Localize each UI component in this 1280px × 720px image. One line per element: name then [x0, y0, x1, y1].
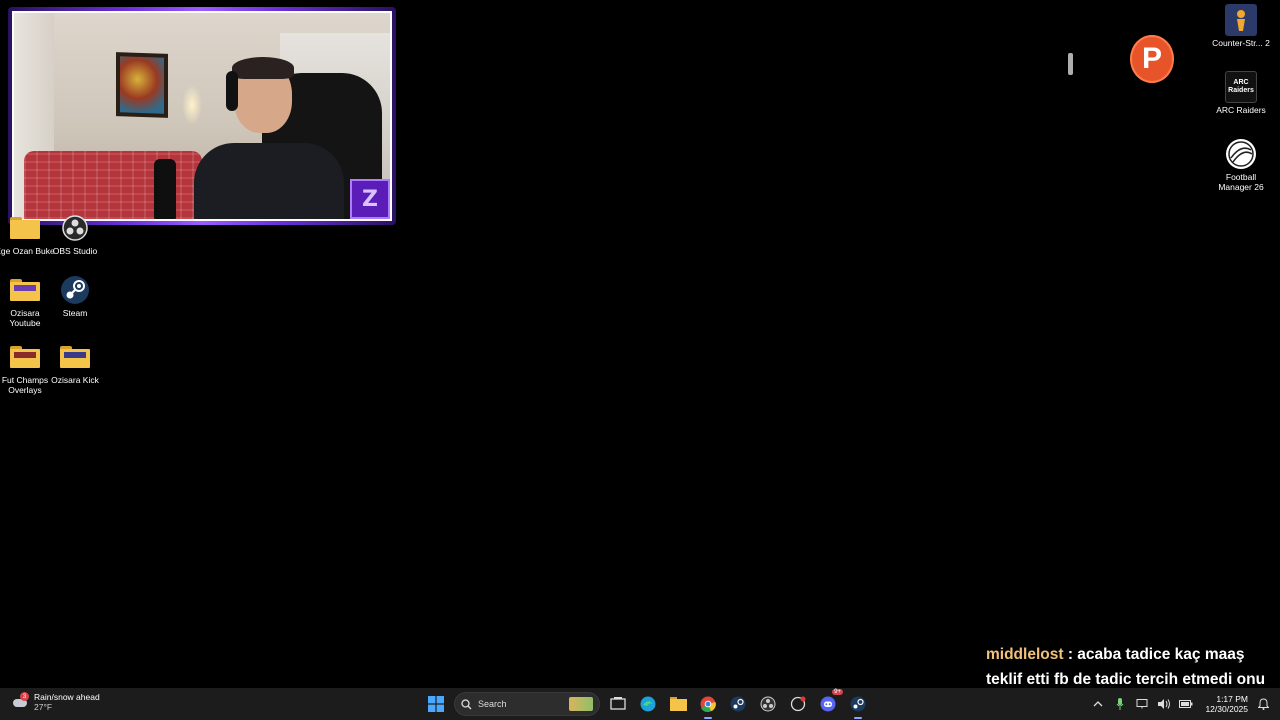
steam-icon: [730, 696, 746, 712]
folder-icon: [9, 212, 41, 244]
search-icon: [461, 698, 472, 709]
search-placeholder: Search: [478, 699, 507, 709]
battery-icon[interactable]: [1179, 697, 1193, 711]
webcam-feed: Z: [12, 11, 392, 221]
chrome-icon: [700, 696, 716, 712]
desktop-icon-arc-raiders[interactable]: ARC Raiders ARC Raiders: [1216, 71, 1266, 115]
discord-icon: [820, 696, 836, 712]
windows-icon: [428, 696, 444, 712]
football-manager-icon: [1225, 138, 1257, 170]
game-icon: [790, 696, 806, 712]
volume-icon[interactable]: [1157, 697, 1171, 711]
taskbar: 3 Rain/snow ahead 27°F Search 9+ 1:17 PM…: [0, 688, 1280, 720]
discord-badge: 9+: [832, 689, 843, 695]
folder-icon: [669, 697, 687, 711]
desktop-icon-counter-strike-2[interactable]: Counter-Str... 2: [1212, 4, 1270, 48]
weather-temperature: 27°F: [34, 702, 53, 712]
task-view-button[interactable]: [606, 692, 630, 716]
streamer: [194, 57, 344, 219]
chevron-up-icon[interactable]: [1091, 697, 1105, 711]
taskbar-file-explorer[interactable]: [666, 692, 690, 716]
p-badge-icon[interactable]: P: [1130, 35, 1174, 83]
notification-bell-icon[interactable]: [1256, 697, 1270, 711]
start-button[interactable]: [424, 692, 448, 716]
taskbar-obs[interactable]: [756, 692, 780, 716]
cursor-marker: [1068, 53, 1073, 75]
clock-date: 12/30/2025: [1205, 704, 1248, 714]
arc-raiders-icon: ARC Raiders: [1225, 71, 1257, 103]
obs-icon: [59, 212, 91, 244]
taskbar-discord[interactable]: 9+: [816, 689, 843, 716]
edge-icon: [640, 696, 656, 712]
streamer-logo-icon: Z: [350, 179, 390, 219]
taskbar-edge[interactable]: [636, 692, 660, 716]
desktop-icon-ozisara-youtube[interactable]: Ozisara Youtube: [0, 274, 50, 328]
taskbar-search[interactable]: Search: [454, 692, 600, 716]
taskbar-game-app[interactable]: [786, 692, 810, 716]
taskbar-chrome[interactable]: [696, 692, 720, 719]
chat-username: middlelost: [986, 646, 1064, 663]
search-highlight-icon: [569, 697, 593, 711]
task-view-icon: [610, 697, 626, 710]
steam-icon: [850, 696, 866, 712]
desktop-icon-ege-ozan-buke[interactable]: Ege Ozan Buke: [0, 212, 55, 256]
wall-painting: [116, 52, 168, 118]
counter-strike-icon: [1225, 4, 1257, 36]
chat-separator: :: [1063, 646, 1078, 663]
microphone-icon[interactable]: [1113, 697, 1127, 711]
weather-condition: Rain/snow ahead: [34, 692, 100, 702]
clock-time: 1:17 PM: [1216, 694, 1248, 704]
steam-icon: [59, 274, 91, 306]
network-icon[interactable]: [1135, 697, 1149, 711]
desktop-icon-fut-champs-overlays[interactable]: Fut Champs Overlays: [0, 341, 50, 395]
system-clock[interactable]: 1:17 PM 12/30/2025: [1205, 694, 1248, 714]
folder-icon: [59, 341, 91, 373]
desktop-icon-steam[interactable]: Steam: [50, 274, 100, 318]
folder-icon: [9, 274, 41, 306]
webcam-overlay: Z: [8, 7, 396, 225]
weather-widget[interactable]: 3 Rain/snow ahead 27°F: [12, 692, 100, 712]
microphone: [154, 159, 176, 219]
desktop-icon-obs-studio[interactable]: OBS Studio: [50, 212, 100, 256]
desktop-icon-ozisara-kick[interactable]: Ozisara Kick: [50, 341, 100, 385]
desktop-icon-football-manager-26[interactable]: Football Manager 26: [1216, 138, 1266, 192]
taskbar-steam-active[interactable]: [846, 692, 870, 719]
folder-icon: [9, 341, 41, 373]
weather-cloud-icon: 3: [12, 692, 29, 710]
obs-icon: [760, 696, 776, 712]
taskbar-steam[interactable]: [726, 692, 750, 716]
